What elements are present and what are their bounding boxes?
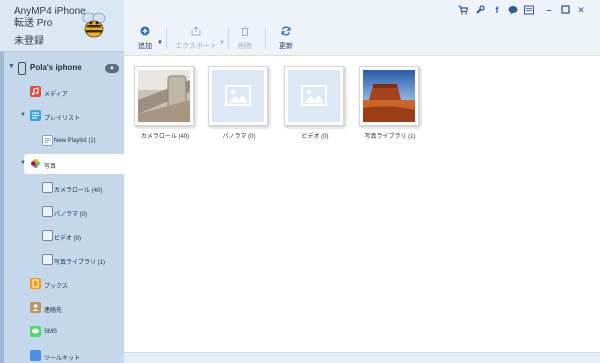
sidebar-item-playlist[interactable]: ▼ プレイリスト	[4, 106, 124, 126]
export-label: エクスポート	[175, 43, 217, 50]
export-button[interactable]: エクスポート	[174, 26, 218, 54]
sidebar-item-video[interactable]: ビデオ (0)	[4, 226, 124, 246]
books-icon	[30, 278, 41, 289]
sidebar-item-photo-library[interactable]: 写真ライブラリ (1)	[4, 250, 124, 270]
toolkit-icon	[30, 350, 41, 361]
device-row[interactable]: ▼ Pola's iphone ▲	[4, 60, 124, 78]
album-thumbnail-frame	[134, 66, 194, 126]
music-icon	[30, 86, 41, 97]
export-dropdown-icon[interactable]: ▼	[219, 40, 225, 46]
sidebar-item-label: ツールキット	[44, 356, 81, 362]
add-dropdown-icon[interactable]: ▼	[157, 40, 163, 46]
sidebar-item-camera-roll[interactable]: カメラロール (40)	[4, 178, 124, 198]
image-placeholder-icon	[212, 70, 264, 122]
maximize-icon[interactable]	[560, 5, 570, 16]
image-placeholder-icon	[288, 70, 340, 122]
camera-roll-icon	[42, 182, 53, 193]
delete-button[interactable]: 削除	[234, 26, 256, 54]
eject-icon[interactable]: ▲	[105, 64, 119, 73]
collapse-arrow-icon[interactable]: ▼	[20, 112, 26, 118]
delete-label: 削除	[238, 43, 252, 50]
refresh-button[interactable]: 更新	[275, 26, 297, 54]
brand-header: AnyMP4 iPhone 転送 Pro 未登録	[0, 0, 124, 52]
wrench-icon[interactable]	[475, 5, 485, 17]
sidebar-item-label: カメラロール (40)	[54, 188, 103, 194]
album-video[interactable]: ビデオ (0)	[280, 66, 350, 142]
sidebar-item-label: ビデオ (0)	[54, 236, 82, 242]
panorama-icon	[42, 206, 53, 217]
sidebar-item-books[interactable]: ブックス	[4, 274, 124, 294]
main-panel: f – ✕ 追加 ▼ エクスポート ▼ 削除 更新 カメラロール (40) パノ…	[124, 0, 600, 363]
sidebar-item-label: SMS	[44, 329, 58, 335]
sidebar: AnyMP4 iPhone 転送 Pro 未登録 ▼ Pola's iphone…	[0, 0, 124, 363]
title-bar: f – ✕	[124, 0, 600, 22]
album-panorama[interactable]: パノラマ (0)	[204, 66, 274, 142]
menu-icon[interactable]	[524, 5, 534, 17]
sidebar-item-panorama[interactable]: パノラマ (0)	[4, 202, 124, 222]
bee-logo-icon	[82, 12, 106, 38]
sidebar-item-label: プレイリスト	[44, 116, 81, 122]
refresh-label: 更新	[279, 43, 293, 50]
add-button[interactable]: 追加	[134, 26, 156, 54]
sidebar-item-label: ブックス	[44, 284, 68, 290]
collapse-arrow-icon[interactable]: ▼	[8, 63, 15, 70]
status-bar	[124, 352, 600, 363]
add-icon	[140, 26, 150, 36]
sms-icon	[30, 326, 41, 337]
contacts-icon	[30, 302, 41, 313]
playlist-icon	[30, 110, 41, 121]
minimize-icon[interactable]: –	[544, 5, 554, 15]
toolbar-separator	[228, 28, 229, 50]
chat-icon[interactable]	[508, 5, 518, 17]
toolbar: 追加 ▼ エクスポート ▼ 削除 更新	[124, 22, 600, 56]
album-photo-library[interactable]: 写真ライブラリ (1)	[355, 66, 425, 142]
album-caption: 写真ライブラリ (1)	[364, 134, 416, 140]
app-title-line2: 転送 Pro	[14, 18, 53, 29]
refresh-icon	[281, 26, 291, 36]
video-icon	[42, 230, 53, 241]
album-thumbnail-frame	[284, 66, 344, 126]
collapse-arrow-icon[interactable]: ▼	[20, 160, 26, 166]
toolbar-separator	[166, 28, 167, 50]
sidebar-item-label: 連絡先	[44, 308, 63, 314]
phone-icon	[18, 62, 26, 75]
sidebar-item-label: 写真ライブラリ (1)	[54, 260, 106, 266]
sidebar-item-label: メディア	[44, 92, 68, 98]
new-playlist-icon	[42, 135, 53, 146]
album-camera-roll[interactable]: カメラロール (40)	[130, 66, 200, 142]
sidebar-item-new-playlist[interactable]: New Playlist (1)	[4, 131, 124, 151]
sidebar-item-media[interactable]: メディア	[4, 82, 124, 102]
sidebar-item-toolkit[interactable]: ツールキット	[4, 346, 124, 363]
app-title: AnyMP4 iPhone 転送 Pro	[14, 6, 86, 30]
camera-roll-thumbnail	[138, 70, 190, 122]
app-title-line1: AnyMP4 iPhone	[14, 6, 86, 17]
device-name: Pola's iphone	[30, 63, 82, 72]
sidebar-item-sms[interactable]: SMS	[4, 322, 124, 342]
photos-icon	[30, 158, 41, 169]
sidebar-item-contacts[interactable]: 連絡先	[4, 298, 124, 318]
toolbar-separator	[265, 28, 266, 50]
photo-library-icon	[42, 254, 53, 265]
close-icon[interactable]: ✕	[576, 5, 586, 15]
sidebar-item-label: New Playlist (1)	[54, 138, 96, 144]
add-label: 追加	[138, 43, 152, 50]
sidebar-item-photos[interactable]: ▼ 写真	[4, 154, 124, 174]
registration-status: 未登録	[14, 36, 44, 47]
album-thumbnail-frame	[208, 66, 268, 126]
trash-icon	[240, 26, 250, 36]
export-icon	[191, 26, 201, 36]
facebook-icon[interactable]: f	[492, 5, 502, 15]
sidebar-item-label: 写真	[44, 164, 57, 170]
cart-icon[interactable]	[458, 5, 469, 17]
photo-library-thumbnail	[363, 70, 415, 122]
sidebar-item-label: パノラマ (0)	[54, 212, 88, 218]
album-thumbnail-frame	[359, 66, 419, 126]
